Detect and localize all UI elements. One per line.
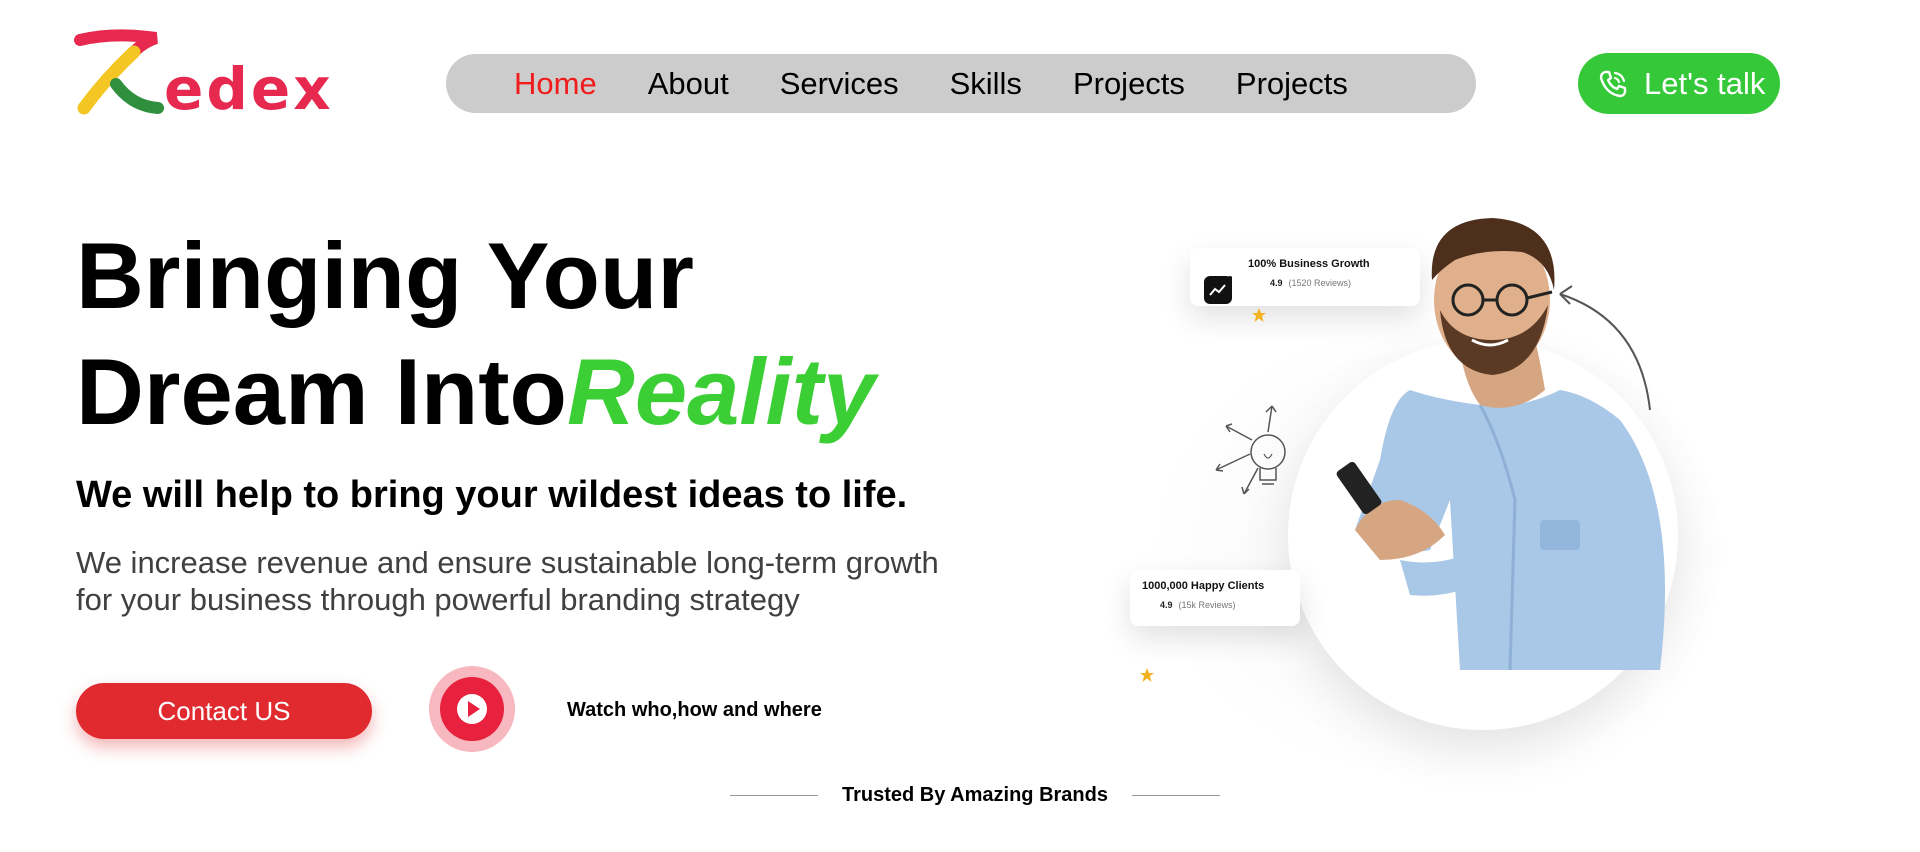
hero-heading-line1: Bringing Your xyxy=(76,223,694,328)
hero-subheading: We will help to bring your wildest ideas… xyxy=(76,474,908,516)
clients-title: 1000,000 Happy Clients xyxy=(1142,580,1265,592)
play-button-inner xyxy=(440,677,504,741)
nav-skills[interactable]: Skills xyxy=(950,66,1022,102)
logo-text: edex xyxy=(164,55,334,123)
nav-projects-2[interactable]: Projects xyxy=(1236,66,1348,102)
play-video-button[interactable] xyxy=(429,666,515,752)
play-icon xyxy=(457,694,487,724)
trusted-brands-text: Trusted By Amazing Brands xyxy=(842,783,1108,806)
main-nav: Home About Services Skills Projects Proj… xyxy=(446,54,1476,113)
contact-us-button[interactable]: Contact US xyxy=(76,683,372,739)
logo-mark-icon xyxy=(74,29,164,115)
lets-talk-button[interactable]: Let's talk xyxy=(1578,53,1780,114)
person-illustration xyxy=(1336,218,1665,671)
brand-logo[interactable]: edex xyxy=(74,28,331,118)
nav-home[interactable]: Home xyxy=(514,66,597,102)
hero-heading-accent: Reality xyxy=(566,339,876,444)
growth-chart-icon xyxy=(1204,276,1233,304)
lets-talk-label: Let's talk xyxy=(1644,65,1766,101)
divider-line-left xyxy=(730,794,818,796)
clients-rating: 4.9 (15k Reviews) xyxy=(1160,600,1236,610)
clients-rating-value: 4.9 xyxy=(1160,600,1173,610)
hero-illustration: 100% Business Growth 4.9 (1520 Reviews) 1… xyxy=(1100,200,1800,800)
watch-video-link[interactable]: Watch who,how and where xyxy=(567,699,822,722)
nav-projects[interactable]: Projects xyxy=(1073,66,1185,102)
clients-reviews: (15k Reviews) xyxy=(1178,600,1236,610)
nav-services[interactable]: Services xyxy=(780,66,899,102)
hero-heading-line2: Dream Into xyxy=(76,339,567,444)
star-icon xyxy=(1140,668,1154,682)
hero-description: We increase revenue and ensure sustainab… xyxy=(76,545,939,617)
nav-about[interactable]: About xyxy=(648,66,729,102)
phone-icon xyxy=(1599,70,1627,97)
hero-heading: Bringing Your Dream IntoReality xyxy=(76,218,875,450)
